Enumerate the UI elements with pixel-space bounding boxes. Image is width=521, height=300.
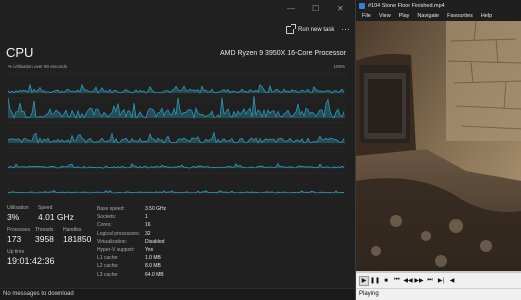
playback-controls: ▶ ❚❚ ■ ⏮ ◀◀ ▶▶ ⏭ ▶| ◀ — [356, 273, 521, 288]
player-status: Playing — [356, 288, 521, 300]
spec-value: 8.0 MB — [145, 263, 161, 270]
page-title: CPU — [6, 45, 34, 60]
core-graph-area — [8, 84, 345, 93]
menu-item-file[interactable]: File — [362, 13, 371, 19]
run-new-task-label: Run new task — [298, 27, 335, 33]
spec-key: Virtualisation: — [97, 238, 127, 245]
forward-icon[interactable]: ▶▶ — [414, 276, 424, 286]
close-icon[interactable]: ✕ — [337, 4, 344, 13]
stat-processes: Processes 173 — [7, 227, 31, 244]
stat-speed: Speed 4.01 GHz — [38, 205, 74, 222]
menu-item-favourites[interactable]: Favourites — [447, 13, 473, 19]
spec-value: Disabled — [145, 238, 165, 245]
status-message: No messages to download — [3, 291, 74, 297]
spec-key: Cores: — [97, 222, 112, 229]
task-manager-window: — ☐ ✕ Run new task ··· CPU AMD Ryzen 9 3… — [0, 0, 355, 300]
spec-key: L3 cache: — [97, 271, 119, 278]
video-frame[interactable] — [356, 21, 521, 273]
stop-icon[interactable]: ■ — [381, 276, 391, 286]
minimize-icon[interactable]: — — [287, 4, 295, 13]
cpu-model: AMD Ryzen 9 3950X 16-Core Processor — [219, 50, 346, 57]
core-graph-area — [8, 96, 345, 118]
spec-row: L3 cache: 64.0 MB — [97, 271, 166, 279]
cpu-specs-table: Base speed: 3.50 GHz Sockets: 1 Cores: 16 Logi… — [97, 205, 166, 279]
player-title: #104 Stone Floor Finished.mp4 — [368, 2, 445, 9]
spec-key: Sockets: — [97, 214, 117, 221]
spec-value: 16 — [145, 222, 151, 229]
title-bar: — ☐ ✕ — [0, 0, 355, 22]
pause-icon[interactable]: ❚❚ — [370, 276, 380, 286]
menu-item-navigate[interactable]: Navigate — [417, 13, 439, 19]
desktop: — ☐ ✕ Run new task ··· CPU AMD Ryzen 9 3… — [0, 0, 521, 300]
spec-key: Base speed: — [97, 206, 125, 213]
cpu-core-graphs — [8, 72, 345, 195]
player-logo-icon — [359, 2, 365, 9]
frame-step-icon[interactable]: ▶| — [436, 276, 446, 286]
previous-icon[interactable]: ⏮ — [392, 276, 402, 286]
core-graph-frame — [8, 172, 345, 195]
media-player-window: #104 Stone Floor Finished.mp4 File View Pl… — [355, 0, 521, 300]
menu-item-help[interactable]: Help — [481, 13, 492, 19]
spec-value: 1 — [145, 214, 148, 221]
spec-row: L1 cache: 1.0 MB — [97, 254, 166, 262]
spec-key: Logical processors: — [97, 230, 141, 237]
video-image — [356, 21, 521, 273]
utilisation-caption: % Utilisation over 60 seconds — [8, 64, 68, 69]
spec-value: 32 — [145, 230, 151, 237]
play-icon[interactable]: ▶ — [359, 275, 369, 286]
spec-value: 3.50 GHz — [145, 206, 167, 213]
spec-value: Yes — [145, 247, 154, 254]
spec-key: L2 cache: — [97, 263, 119, 270]
core-graph-frame — [8, 147, 345, 170]
stat-uptime: Up time 19:01:42:36 — [7, 249, 55, 266]
spec-row: Cores: 16 — [97, 221, 166, 229]
run-new-task-button[interactable]: Run new task — [286, 24, 335, 34]
speed-down-icon[interactable]: ◀ — [447, 276, 457, 286]
more-options-icon[interactable]: ··· — [341, 24, 350, 34]
menu-item-view[interactable]: View — [379, 13, 391, 19]
core-graph-line — [8, 162, 345, 169]
rewind-icon[interactable]: ◀◀ — [403, 276, 413, 286]
spec-value: 64.0 MB — [145, 271, 164, 278]
menu-item-play[interactable]: Play — [399, 13, 410, 19]
spec-row: Base speed: 3.50 GHz — [97, 205, 166, 213]
player-title-bar: #104 Stone Floor Finished.mp4 — [356, 0, 521, 11]
spec-row: Virtualisation: Disabled — [97, 238, 166, 246]
spec-key: Hyper-V support: — [97, 247, 135, 254]
spec-row: Hyper-V support: Yes — [97, 246, 166, 254]
run-task-icon — [286, 24, 296, 34]
status-bar: No messages to download — [0, 288, 355, 300]
maximize-icon[interactable]: ☐ — [312, 4, 319, 13]
spec-key: L1 cache: — [97, 255, 119, 262]
stat-utilisation: Utilisation 3% — [7, 205, 29, 222]
spec-value: 1.0 MB — [145, 255, 161, 262]
next-icon[interactable]: ⏭ — [425, 276, 435, 286]
player-menu-bar: File View Play Navigate Favourites Help — [356, 11, 521, 21]
stat-handles: Handles 181850 — [63, 227, 92, 244]
spec-row: Sockets: 1 — [97, 213, 166, 221]
spec-row: Logical processors: 32 — [97, 230, 166, 238]
stat-threads: Threads 3958 — [35, 227, 54, 244]
percent-max-label: 100% — [333, 64, 345, 69]
spec-row: L2 cache: 8.0 MB — [97, 262, 166, 270]
